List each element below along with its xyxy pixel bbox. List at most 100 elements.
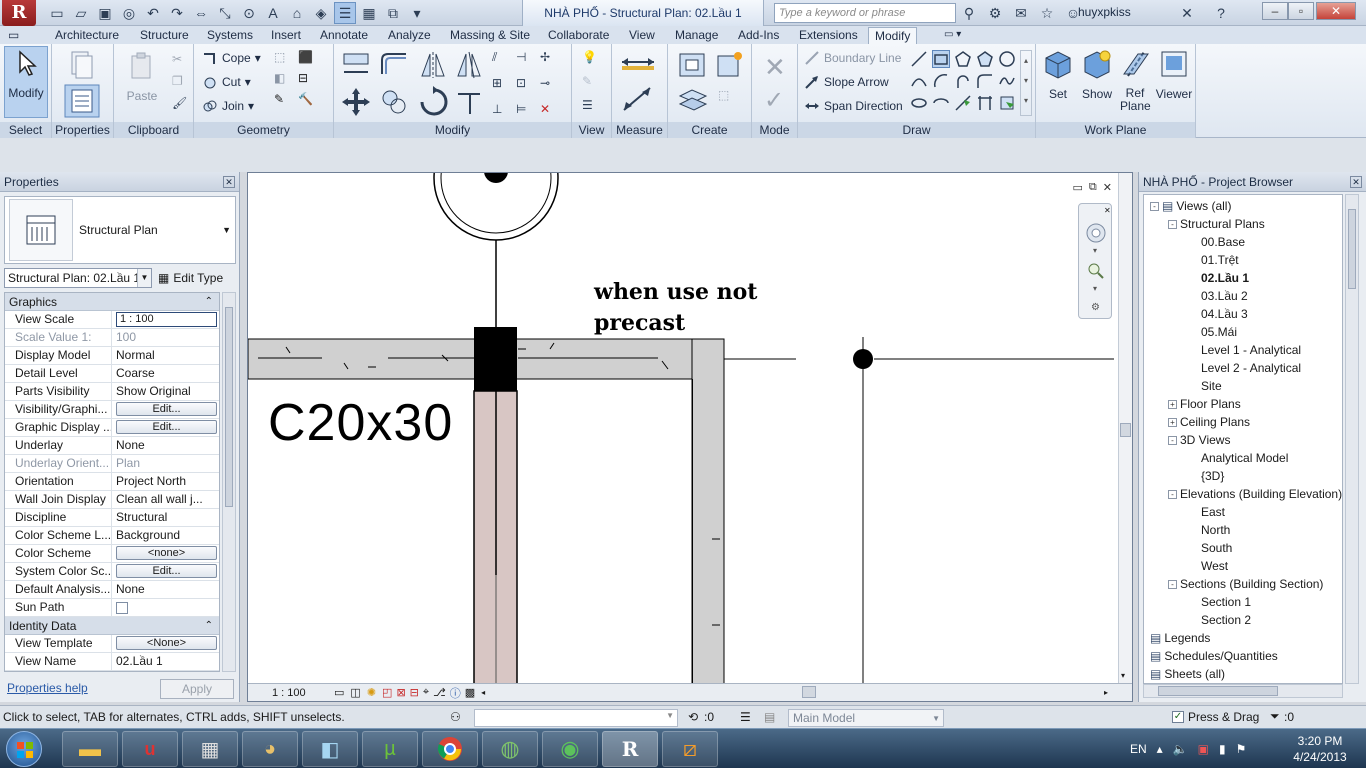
- browser-vscroll-thumb[interactable]: [1348, 209, 1356, 289]
- property-edit-button[interactable]: Edit...: [116, 564, 217, 578]
- wall-vertical[interactable]: [691, 338, 725, 685]
- scale-icon[interactable]: ⊡: [516, 76, 534, 94]
- view-vertical-scrollbar[interactable]: ▾: [1118, 173, 1132, 685]
- taskbar-sublime[interactable]: ⧄: [662, 731, 718, 767]
- delete-icon[interactable]: ✕: [540, 102, 558, 120]
- switch-windows-icon[interactable]: ⧉: [382, 2, 404, 24]
- tree-item[interactable]: - ▤ Views (all): [1150, 197, 1231, 215]
- taskbar-unikey[interactable]: u: [122, 731, 178, 767]
- collapse-toggle-icon[interactable]: -: [1168, 219, 1177, 229]
- property-edit-button[interactable]: Edit...: [116, 402, 217, 416]
- collapse-icon[interactable]: ⌃: [205, 617, 213, 635]
- search-input[interactable]: Type a keyword or phrase: [774, 3, 956, 23]
- instance-filter-dropdown[interactable]: Structural Plan: 02.Lầu 1 ▼: [4, 268, 152, 288]
- type-properties-icon[interactable]: [66, 48, 98, 80]
- tree-item[interactable]: Site: [1186, 377, 1222, 395]
- paste-button[interactable]: Paste: [122, 50, 162, 103]
- collapse-toggle-icon[interactable]: -: [1168, 579, 1177, 589]
- browser-vertical-scrollbar[interactable]: [1345, 194, 1359, 684]
- tree-item[interactable]: + Floor Plans: [1168, 395, 1241, 413]
- show-crop-icon[interactable]: ⊟: [410, 686, 419, 699]
- worksets-icon[interactable]: ⚇: [450, 710, 461, 724]
- property-edit-button[interactable]: Edit...: [116, 420, 217, 434]
- properties-scrollbar[interactable]: [222, 292, 236, 672]
- line-icon[interactable]: [910, 50, 928, 68]
- thin-lines-icon[interactable]: ☰: [334, 2, 356, 24]
- span-direction-button[interactable]: Span Direction: [804, 96, 903, 116]
- array-icon[interactable]: ⊞: [492, 76, 510, 94]
- mirror-draw-icon[interactable]: [454, 50, 484, 80]
- cope-button[interactable]: Cope ▾: [202, 48, 261, 68]
- set-button[interactable]: Set: [1042, 48, 1074, 101]
- steering-wheel-icon[interactable]: [1085, 222, 1107, 244]
- property-value-cell[interactable]: Show Original: [112, 383, 219, 400]
- tab-structure[interactable]: Structure: [140, 27, 189, 44]
- drawing-area[interactable]: when use not precast C20x30 ▭ ⧉ ✕ ✕ ▾ ▾ …: [247, 172, 1133, 702]
- pick-lines-icon[interactable]: [954, 94, 972, 112]
- crop-view-icon[interactable]: ⊠: [396, 686, 405, 699]
- power-icon[interactable]: ▮: [1219, 742, 1226, 756]
- properties-help-link[interactable]: Properties help: [7, 681, 88, 695]
- spline-icon[interactable]: [998, 72, 1016, 90]
- design-option-dropdown-icon[interactable]: ▼: [932, 711, 940, 727]
- shadows-icon[interactable]: ◰: [382, 686, 392, 699]
- aligned-dimension-icon[interactable]: [620, 84, 660, 114]
- align-icon[interactable]: [340, 50, 372, 80]
- help-icon[interactable]: ?: [1210, 2, 1232, 24]
- draw-gallery-scroll[interactable]: ▴ ▾ ▾: [1020, 50, 1032, 116]
- measure-icon[interactable]: ⇔: [190, 2, 212, 24]
- reveal-hidden-icon[interactable]: ⎇: [433, 686, 446, 699]
- press-drag-checkbox[interactable]: ✓: [1172, 711, 1184, 723]
- tab-collaborate[interactable]: Collaborate: [548, 27, 609, 44]
- view-scale[interactable]: 1 : 100: [248, 687, 328, 699]
- tab-extensions[interactable]: Extensions: [799, 27, 858, 44]
- tab-insert[interactable]: Insert: [271, 27, 301, 44]
- property-value-cell[interactable]: Project North: [112, 473, 219, 490]
- column-head[interactable]: [474, 327, 517, 391]
- analytical-model-icon[interactable]: ⓘ: [450, 685, 461, 701]
- property-value-cell[interactable]: Clean all wall j...: [112, 491, 219, 508]
- view-horizontal-scrollbar[interactable]: [532, 685, 1110, 699]
- view-close-icon[interactable]: ✕: [1103, 181, 1112, 194]
- ellipse-icon[interactable]: [910, 94, 928, 112]
- linework-icon[interactable]: ☰: [582, 98, 600, 116]
- tree-item[interactable]: - Sections (Building Section): [1168, 575, 1323, 593]
- edit-type-button[interactable]: ▦ Edit Type: [158, 268, 223, 288]
- tree-item[interactable]: West: [1186, 557, 1228, 575]
- tree-item[interactable]: North: [1186, 521, 1230, 539]
- paint-icon[interactable]: ◧: [274, 71, 292, 89]
- section-icon[interactable]: ◈: [310, 2, 332, 24]
- create-assembly-icon[interactable]: [676, 50, 708, 80]
- sun-path-icon[interactable]: ✺: [367, 686, 376, 699]
- inscribed-polygon-icon[interactable]: [954, 50, 972, 68]
- tree-item[interactable]: 02.Lầu 1: [1186, 269, 1249, 287]
- property-value-cell[interactable]: None: [112, 437, 219, 454]
- subscription-icon[interactable]: ⚙: [984, 2, 1006, 24]
- close-button[interactable]: ✕: [1316, 2, 1356, 20]
- tag-icon[interactable]: ⊙: [238, 2, 260, 24]
- create-group-icon[interactable]: [676, 86, 710, 116]
- copy-icon[interactable]: [380, 86, 410, 118]
- pin-icon[interactable]: ⊸: [540, 76, 558, 94]
- type-selector[interactable]: Structural Plan ▼: [4, 196, 236, 264]
- view-vscroll-thumb[interactable]: [1120, 423, 1131, 437]
- tray-arrow-icon[interactable]: ▴: [1157, 742, 1163, 756]
- split-face-icon[interactable]: ⬚: [274, 50, 292, 68]
- cut-button[interactable]: Cut ▾: [202, 72, 251, 92]
- taskbar-paint[interactable]: ◕: [242, 731, 298, 767]
- hscroll-right-icon[interactable]: ▸: [1104, 688, 1108, 697]
- trim-single-icon[interactable]: ⊥: [492, 102, 510, 120]
- cut-clip-icon[interactable]: ✂: [172, 52, 188, 68]
- filter-icon[interactable]: ⏷: [1270, 709, 1280, 724]
- view-vscroll-down-icon[interactable]: ▾: [1121, 671, 1125, 680]
- tree-item[interactable]: 05.Mái: [1186, 323, 1237, 341]
- create-similar-icon[interactable]: ⬚: [718, 88, 736, 106]
- type-dropdown-icon[interactable]: ▼: [222, 225, 231, 235]
- fillet-arc-icon[interactable]: [976, 72, 994, 90]
- design-option-dropdown[interactable]: Main Model ▼: [788, 709, 944, 727]
- view-hscroll-thumb[interactable]: [802, 686, 816, 698]
- rectangle-icon[interactable]: [932, 50, 950, 68]
- tree-item[interactable]: 00.Base: [1186, 233, 1245, 251]
- sync-icon[interactable]: ◎: [118, 2, 140, 24]
- measure-icon-ribbon[interactable]: [620, 52, 660, 72]
